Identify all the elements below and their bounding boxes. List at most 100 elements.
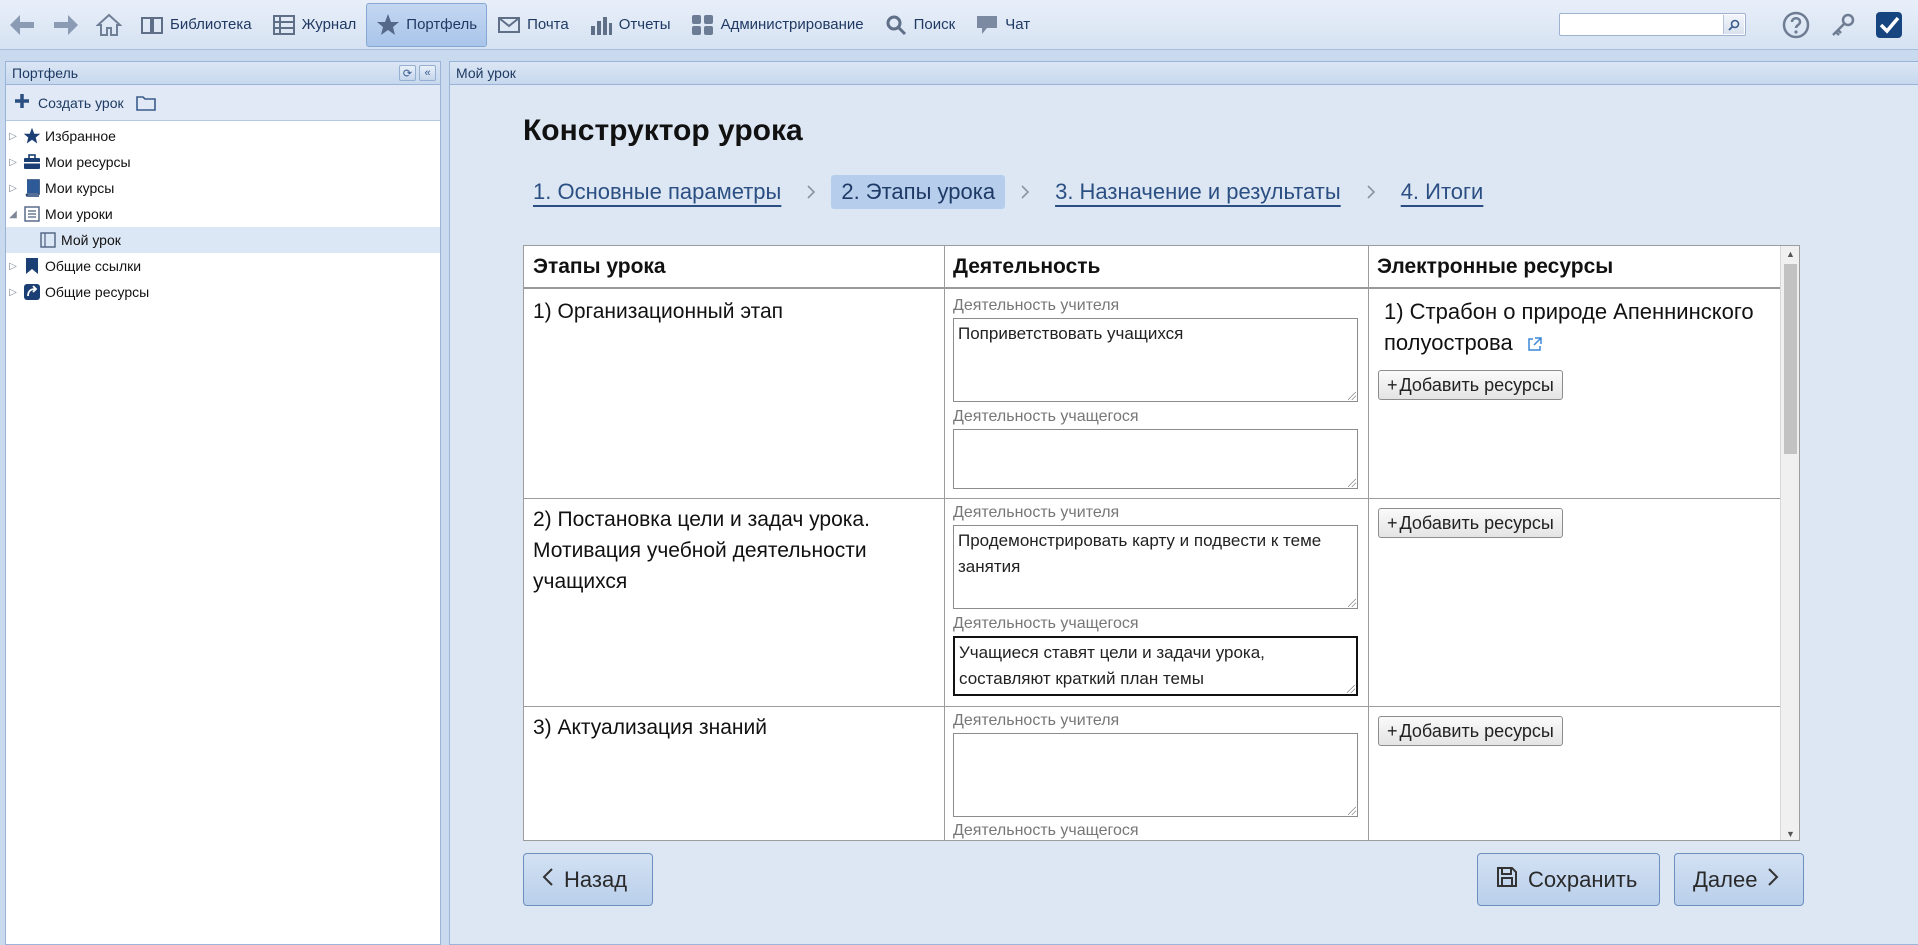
toolbar-library[interactable]: Библиотека [130, 3, 262, 47]
stage-title: 2) Постановка цели и задач урока. Мотива… [533, 508, 870, 593]
row-divider [524, 498, 1781, 499]
save-button[interactable]: Сохранить [1477, 853, 1660, 906]
toolbar-portfolio-label: Портфель [406, 16, 478, 33]
scroll-up-icon[interactable]: ▲ [1781, 246, 1799, 262]
mail-icon [497, 13, 521, 37]
share-icon [22, 282, 42, 302]
resource-link[interactable]: 1) Страбон о природе Апеннинского полуос… [1384, 296, 1764, 358]
toolbar-chat-label: Чат [1005, 16, 1031, 33]
teacher-activity-label: Деятельность учителя [953, 712, 1120, 729]
portfolio-tree: ▷ Избранное ▷ Мои ресурсы ▷ Мои курсы ◢ [6, 121, 440, 305]
portfolio-panel-header: Портфель ⟳ « [6, 62, 440, 85]
page-title: Конструктор урока [523, 114, 803, 147]
column-header-stages: Этапы урока [524, 246, 944, 289]
tree-item-label: Общие ссылки [45, 258, 142, 274]
stage-title: 3) Актуализация знаний [533, 716, 767, 739]
briefcase-icon [22, 152, 42, 172]
journal-icon [272, 13, 296, 37]
global-search [1559, 13, 1746, 36]
expand-icon[interactable]: ▷ [6, 261, 20, 272]
toolbar-chat[interactable]: Чат [965, 3, 1040, 47]
forward-arrow-icon[interactable] [44, 0, 88, 50]
column-header-resources: Электронные ресурсы [1368, 246, 1781, 289]
field-text: Продемонстрировать карту и подвести к те… [958, 531, 1322, 576]
page-icon [38, 230, 58, 250]
refresh-icon[interactable]: ⟳ [399, 65, 416, 81]
portfolio-panel-title: Портфель [12, 65, 79, 81]
student-activity-field[interactable]: Учащиеся ставят цели и задачи урока, сос… [953, 636, 1358, 696]
toolbar-reports[interactable]: Отчеты [579, 3, 681, 47]
add-resources-button[interactable]: + Добавить ресурсы [1378, 370, 1563, 400]
tree-item-label: Мой урок [61, 232, 121, 248]
checkbox-icon[interactable] [1874, 10, 1904, 40]
toolbar-journal-label: Журнал [301, 16, 357, 33]
back-button[interactable]: Назад [523, 853, 653, 906]
expand-icon[interactable]: ▷ [6, 157, 20, 168]
step-basic-params[interactable]: 1. Основные параметры [523, 175, 791, 209]
global-search-input[interactable] [1560, 14, 1722, 35]
table-scrollbar[interactable]: ▲ ▼ [1780, 246, 1799, 840]
expand-icon[interactable]: ▷ [6, 183, 20, 194]
back-arrow-icon[interactable] [0, 0, 44, 50]
tree-item-shared-links[interactable]: ▷ Общие ссылки [6, 253, 440, 279]
portfolio-panel: Портфель ⟳ « Создать урок ▷ Избранное ▷ [5, 61, 441, 945]
external-link-icon[interactable] [1527, 336, 1542, 352]
scrollbar-thumb[interactable] [1784, 264, 1797, 454]
resize-grip-icon[interactable] [1348, 479, 1356, 487]
expand-icon[interactable]: ▷ [6, 131, 20, 142]
expand-icon[interactable]: ▷ [6, 287, 20, 298]
step-lesson-stages[interactable]: 2. Этапы урока [831, 175, 1006, 209]
student-activity-label: Деятельность учащегося [953, 822, 1139, 839]
chevron-right-icon [791, 184, 831, 200]
toolbar-search-label: Поиск [913, 16, 956, 33]
collapse-icon[interactable]: ◢ [6, 209, 20, 220]
search-submit-icon[interactable] [1723, 15, 1744, 34]
teacher-activity-field[interactable]: Поприветствовать учащихся [953, 318, 1358, 402]
teacher-activity-field[interactable] [953, 733, 1358, 817]
stage-title: 1) Организационный этап [533, 300, 784, 323]
key-icon[interactable] [1828, 10, 1858, 40]
add-resources-button[interactable]: + Добавить ресурсы [1378, 716, 1563, 746]
resize-grip-icon[interactable] [1348, 807, 1356, 815]
teacher-activity-label: Деятельность учителя [953, 504, 1120, 521]
save-button-label: Сохранить [1528, 866, 1638, 892]
help-icon[interactable] [1781, 10, 1811, 40]
chevron-right-icon [1005, 184, 1045, 200]
toolbar-journal[interactable]: Журнал [262, 3, 367, 47]
tree-item-my-courses[interactable]: ▷ Мои курсы [6, 175, 440, 201]
add-resources-button[interactable]: + Добавить ресурсы [1378, 508, 1563, 538]
tree-item-my-lessons[interactable]: ◢ Мои уроки [6, 201, 440, 227]
field-text: Поприветствовать учащихся [958, 324, 1184, 343]
resource-link-label: 1) Страбон о природе Апеннинского полуос… [1384, 299, 1754, 355]
admin-icon [691, 13, 715, 37]
tree-item-my-lesson[interactable]: Мой урок [6, 227, 440, 253]
next-button[interactable]: Далее [1674, 853, 1804, 906]
tree-item-my-resources[interactable]: ▷ Мои ресурсы [6, 149, 440, 175]
resize-grip-icon[interactable] [1347, 685, 1355, 693]
bookmark-icon [22, 256, 42, 276]
step-purpose-results[interactable]: 3. Назначение и результаты [1045, 175, 1351, 209]
add-resources-label: Добавить ресурсы [1399, 720, 1554, 741]
plus-icon: + [1387, 720, 1398, 741]
tree-item-shared-resources[interactable]: ▷ Общие ресурсы [6, 279, 440, 305]
magnifier-icon [884, 13, 908, 37]
collapse-panel-icon[interactable]: « [419, 65, 436, 81]
tree-item-favorites[interactable]: ▷ Избранное [6, 123, 440, 149]
resize-grip-icon[interactable] [1348, 599, 1356, 607]
home-icon[interactable] [88, 3, 130, 47]
breadcrumb: Мой урок [456, 65, 516, 81]
create-lesson-button[interactable]: Создать урок [14, 93, 124, 112]
step-summary[interactable]: 4. Итоги [1391, 175, 1494, 209]
teacher-activity-field[interactable]: Продемонстрировать карту и подвести к те… [953, 525, 1358, 609]
scroll-down-icon[interactable]: ▼ [1781, 826, 1799, 840]
student-activity-field[interactable] [953, 429, 1358, 489]
tree-item-label: Мои ресурсы [45, 154, 131, 170]
toolbar-search[interactable]: Поиск [874, 3, 966, 47]
top-toolbar: Библиотека Журнал Портфель Почта Отчеты … [0, 0, 1918, 50]
toolbar-mail[interactable]: Почта [487, 3, 579, 47]
stages-table: Этапы урока Деятельность Электронные рес… [523, 245, 1800, 841]
new-folder-icon[interactable] [135, 95, 156, 111]
toolbar-portfolio[interactable]: Портфель [366, 2, 488, 47]
toolbar-admin[interactable]: Администрирование [681, 3, 874, 47]
resize-grip-icon[interactable] [1348, 392, 1356, 400]
